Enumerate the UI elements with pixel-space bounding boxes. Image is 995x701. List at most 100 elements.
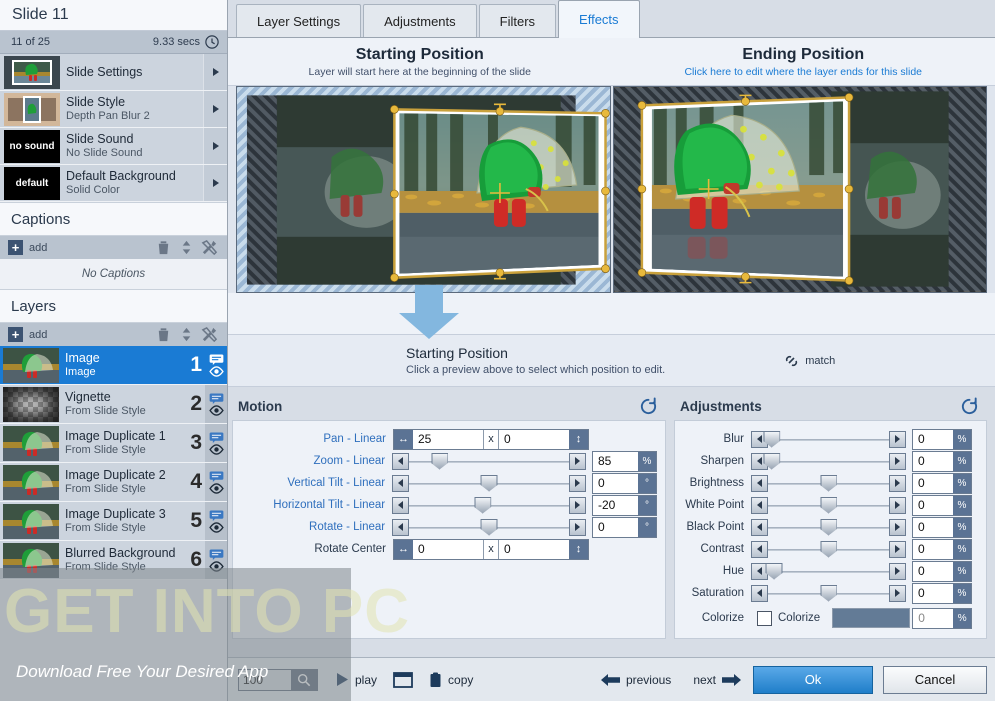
layer-row[interactable]: Vignette From Slide Style 2 [0,385,227,424]
adjustment-sharpen-slider[interactable] [751,451,906,472]
adjustment-contrast-value-input[interactable] [913,539,953,559]
adjustment-contrast-thumb[interactable] [820,540,837,558]
rotate-center-x-input[interactable] [413,539,483,559]
adjustment-blur-slider[interactable] [751,429,906,450]
colorize-color-swatch[interactable] [832,608,911,628]
adjustment-saturation-slider[interactable] [751,583,906,604]
colorize-amount-input[interactable] [913,608,954,628]
adjustment-saturation-value-field[interactable]: % [912,582,972,604]
starting-position-preview[interactable] [236,86,611,293]
adjustment-white-point-track[interactable] [768,496,889,514]
motion-zoom-thumb[interactable] [431,452,448,470]
reorder-updown-icon[interactable] [178,326,195,343]
adjustment-hue-value-input[interactable] [913,561,953,581]
caption-icon[interactable] [209,431,224,443]
adjustment-sharpen-increase-button[interactable] [889,452,906,470]
caption-icon[interactable] [209,470,224,482]
tab-effects[interactable]: Effects [558,0,640,38]
adjustment-blur-value-input[interactable] [913,429,953,449]
preview-zoom-input[interactable] [239,669,291,690]
pan-y-input[interactable] [499,429,569,449]
ending-position-header[interactable]: Ending Position Click here to edit where… [612,38,995,85]
visibility-eye-icon[interactable] [208,404,224,416]
caption-icon[interactable] [209,353,224,365]
adjustment-black-point-decrease-button[interactable] [751,518,768,536]
adjustment-black-point-slider[interactable] [751,517,906,538]
tools-icon[interactable] [201,239,218,256]
tab-adjustments[interactable]: Adjustments [363,4,477,37]
visibility-eye-icon[interactable] [208,521,224,533]
adjustment-contrast-increase-button[interactable] [889,540,906,558]
motion-vertical-tilt-value-field[interactable]: ° [592,472,657,494]
copy-button[interactable]: copy [429,672,473,688]
adjustment-black-point-increase-button[interactable] [889,518,906,536]
adjustment-brightness-thumb[interactable] [820,474,837,492]
adjustment-black-point-value-field[interactable]: % [912,516,972,538]
caption-icon[interactable] [209,392,224,404]
adjustment-white-point-value-field[interactable]: % [912,494,972,516]
adjustment-contrast-decrease-button[interactable] [751,540,768,558]
layer-row[interactable]: Image Image 1 [0,346,227,385]
motion-zoom-slider[interactable] [392,451,586,472]
ending-position-preview[interactable] [612,86,987,293]
layer-row[interactable]: Image Duplicate 1 From Slide Style 3 [0,424,227,463]
visibility-eye-icon[interactable] [208,443,224,455]
layer-row[interactable]: Blurred Background From Slide Style 6 [0,541,227,580]
add-layer-label[interactable]: add [29,329,47,341]
adjustment-sharpen-value-field[interactable]: % [912,450,972,472]
adjustment-saturation-track[interactable] [768,584,889,602]
slide-property-row[interactable]: default Default Background Solid Color [0,165,227,202]
motion-rotate-value-field[interactable]: ° [592,516,657,538]
motion-rotate-decrease-button[interactable] [392,518,410,536]
adjustment-hue-track[interactable] [765,562,889,580]
motion-zoom-decrease-button[interactable] [392,452,410,470]
next-button[interactable]: next [693,673,741,687]
layer-row[interactable]: Image Duplicate 3 From Slide Style 5 [0,502,227,541]
adjustment-white-point-thumb[interactable] [820,496,837,514]
motion-zoom-value-input[interactable] [593,451,638,471]
window-preview-button[interactable] [393,671,413,688]
adjustment-saturation-value-input[interactable] [913,583,953,603]
ok-button[interactable]: Ok [753,665,873,694]
adjustment-hue-thumb[interactable] [765,562,783,580]
rotate-center-fields[interactable]: ↔ x ↕ [393,538,589,560]
pan-fields[interactable]: ↔ x ↕ [393,428,589,450]
reorder-updown-icon[interactable] [178,239,195,256]
adjustment-contrast-value-field[interactable]: % [912,538,972,560]
adjustment-hue-slider[interactable] [751,561,906,582]
motion-horizontal-tilt-value-field[interactable]: ° [592,494,657,516]
adjustment-contrast-track[interactable] [768,540,889,558]
adjustment-brightness-slider[interactable] [751,473,906,494]
motion-horizontal-tilt-slider[interactable] [392,495,586,516]
ending-position-sub[interactable]: Click here to edit where the layer ends … [684,66,922,78]
motion-vertical-tilt-decrease-button[interactable] [392,474,410,492]
adjustment-sharpen-value-input[interactable] [913,451,953,471]
adjustment-brightness-increase-button[interactable] [889,474,906,492]
adjustment-brightness-value-field[interactable]: % [912,472,972,494]
motion-horizontal-tilt-value-input[interactable] [593,495,638,515]
adjustment-brightness-value-input[interactable] [913,473,953,493]
colorize-checkbox[interactable] [757,610,772,626]
adjustment-saturation-decrease-button[interactable] [751,584,768,602]
motion-horizontal-tilt-decrease-button[interactable] [392,496,410,514]
slide-property-row[interactable]: no sound Slide Sound No Slide Sound [0,128,227,165]
adjustment-white-point-increase-button[interactable] [889,496,906,514]
adjustment-blur-value-field[interactable]: % [912,428,972,450]
caption-icon[interactable] [209,548,224,560]
adjustment-black-point-thumb[interactable] [820,518,837,536]
adjustment-saturation-increase-button[interactable] [889,584,906,602]
pan-x-input[interactable] [413,429,483,449]
adjustment-saturation-thumb[interactable] [820,584,837,602]
adjustment-blur-increase-button[interactable] [889,430,906,448]
motion-vertical-tilt-value-input[interactable] [593,473,638,493]
match-button[interactable]: match [783,354,835,368]
add-layer-icon[interactable]: + [8,327,23,342]
property-expand-arrow[interactable] [203,54,227,90]
motion-rotate-value-input[interactable] [593,517,638,537]
previous-button[interactable]: previous [600,673,671,687]
adjustment-hue-value-field[interactable]: % [912,560,972,582]
preview-zoom-field[interactable] [238,668,318,691]
add-caption-label[interactable]: add [29,242,47,254]
motion-vertical-tilt-slider[interactable] [392,473,586,494]
add-caption-icon[interactable]: + [8,240,23,255]
